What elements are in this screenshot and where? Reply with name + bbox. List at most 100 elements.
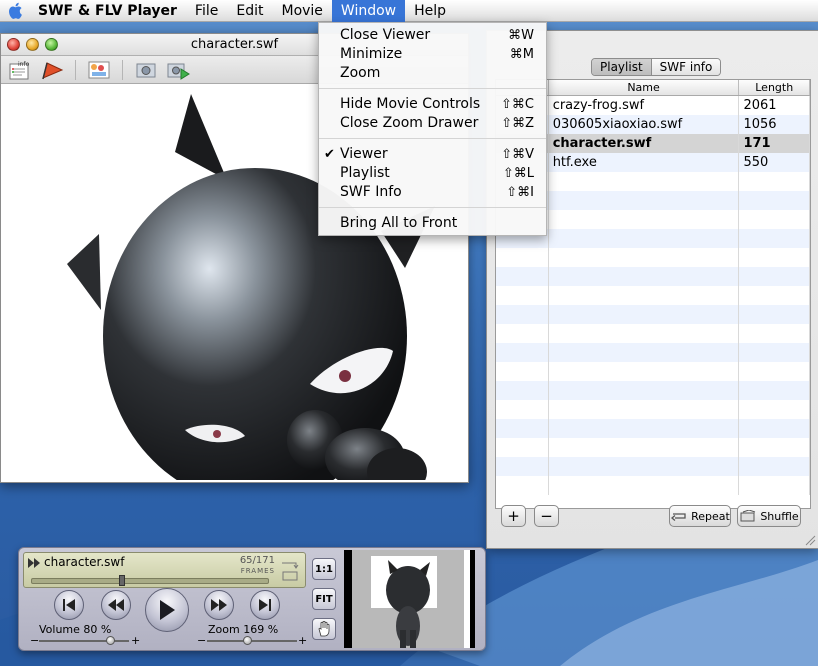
zoom-knob[interactable] [242,636,252,645]
zoom-drawer-thumbnail[interactable] [344,550,475,648]
table-cell-empty [739,191,810,210]
menu-item-minimize[interactable]: Minimize ⌘M [319,45,546,64]
menu-item-hide-movie-controls[interactable]: Hide Movie Controls ⇧⌘C [319,95,546,114]
window-controls [7,38,58,51]
repeat-button[interactable]: Repeat [669,505,731,527]
column-header-length[interactable]: Length [739,80,810,95]
progress-knob[interactable] [118,575,125,586]
table-cell-empty [739,438,810,457]
menu-item-label: Bring All to Front [340,215,458,231]
table-row-empty[interactable] [496,305,810,324]
menu-help[interactable]: Help [405,0,455,22]
progress-track[interactable] [31,575,269,586]
menu-item-label: Hide Movie Controls [340,96,481,112]
table-row-empty[interactable] [496,419,810,438]
repeat-icon [671,513,686,521]
menu-item-label: Playlist [340,165,390,181]
resize-grip-icon[interactable] [804,534,816,546]
menu-window[interactable]: Window [331,0,406,22]
menu-app-name[interactable]: SWF & FLV Player [30,0,186,22]
close-window-button[interactable] [7,38,20,51]
loop-icon[interactable] [280,557,300,583]
menu-item-bring-all-to-front[interactable]: Bring All to Front [319,214,546,233]
play-button[interactable] [145,588,189,632]
fast-forward-button[interactable] [204,590,234,620]
table-cell-empty [549,343,740,362]
menu-item-swf-info[interactable]: SWF Info ⇧⌘I [319,183,546,202]
table-cell-empty [549,191,740,210]
zoom-label: Zoom 169 % [208,623,279,636]
zoom-slider[interactable] [207,636,297,645]
table-row-empty[interactable] [496,457,810,476]
flag-icon[interactable] [39,59,65,81]
table-cell-empty [739,457,810,476]
table-cell-empty [739,267,810,286]
camera-play-icon[interactable] [165,59,191,81]
table-row-empty[interactable] [496,267,810,286]
table-row-empty[interactable] [496,381,810,400]
minimize-window-button[interactable] [26,38,39,51]
table-row-empty[interactable] [496,438,810,457]
table-cell-empty [549,400,740,419]
play-icon [160,600,175,620]
lcd-display: character.swf 65/171 FRAMES [23,552,306,588]
table-cell-empty [549,476,740,495]
menu-item-viewer[interactable]: ✔ Viewer ⇧⌘V [319,145,546,164]
table-cell-empty [496,381,549,400]
tab-swf-info[interactable]: SWF info [651,59,721,75]
table-cell-name: character.swf [549,134,740,153]
menu-item-zoom[interactable]: Zoom [319,64,546,83]
table-row-empty[interactable] [496,324,810,343]
menu-item-shortcut: ⇧⌘I [506,185,534,200]
table-cell-length: 1056 [739,115,810,134]
menu-item-close-zoom-drawer[interactable]: Close Zoom Drawer ⇧⌘Z [319,114,546,133]
zoom-window-button[interactable] [45,38,58,51]
table-row-empty[interactable] [496,400,810,419]
table-cell-length: 550 [739,153,810,172]
table-cell-empty [496,400,549,419]
table-cell-empty [549,248,740,267]
volume-knob[interactable] [106,636,115,645]
hand-tool-button[interactable] [312,618,336,640]
menu-item-shortcut: ⇧⌘Z [501,116,534,131]
menu-item-label: SWF Info [340,184,402,200]
table-row-empty[interactable] [496,343,810,362]
add-item-button[interactable]: + [501,505,526,527]
window-title: character.swf [190,37,279,52]
volume-slider[interactable] [39,636,129,645]
table-cell-empty [739,229,810,248]
table-cell-name: crazy-frog.swf [549,96,740,115]
table-cell-empty [549,305,740,324]
camera-icon[interactable] [133,59,159,81]
tab-playlist[interactable]: Playlist [592,59,652,75]
info-icon[interactable]: info [7,59,33,81]
table-cell-empty [496,419,549,438]
menu-item-close-viewer[interactable]: Close Viewer ⌘W [319,26,546,45]
table-row-empty[interactable] [496,362,810,381]
menu-item-playlist[interactable]: Playlist ⇧⌘L [319,164,546,183]
remove-item-button[interactable]: − [534,505,559,527]
table-cell-empty [496,438,549,457]
rewind-button[interactable] [101,590,131,620]
table-row-empty[interactable] [496,248,810,267]
toolbar-separator [122,59,123,80]
apple-menu-icon[interactable] [0,0,30,22]
column-header-name[interactable]: Name [549,80,740,95]
menu-edit[interactable]: Edit [227,0,272,22]
menu-movie[interactable]: Movie [272,0,331,22]
skip-forward-button[interactable] [250,590,280,620]
table-cell-empty [549,267,740,286]
image-palette-icon[interactable] [86,59,112,81]
table-cell-empty [496,343,549,362]
shuffle-button[interactable]: Shuffle [737,505,801,527]
fit-button[interactable]: FIT [312,588,336,610]
one-to-one-button[interactable]: 1:1 [312,558,336,580]
thumbnail-preview [344,550,475,648]
table-row-empty[interactable] [496,476,810,495]
table-cell-empty [496,324,549,343]
skip-back-button[interactable] [54,590,84,620]
menu-file[interactable]: File [186,0,227,22]
table-row-empty[interactable] [496,286,810,305]
window-menu-dropdown: Close Viewer ⌘W Minimize ⌘M Zoom Hide Mo… [318,22,547,236]
lcd-file-name: character.swf [44,555,125,569]
